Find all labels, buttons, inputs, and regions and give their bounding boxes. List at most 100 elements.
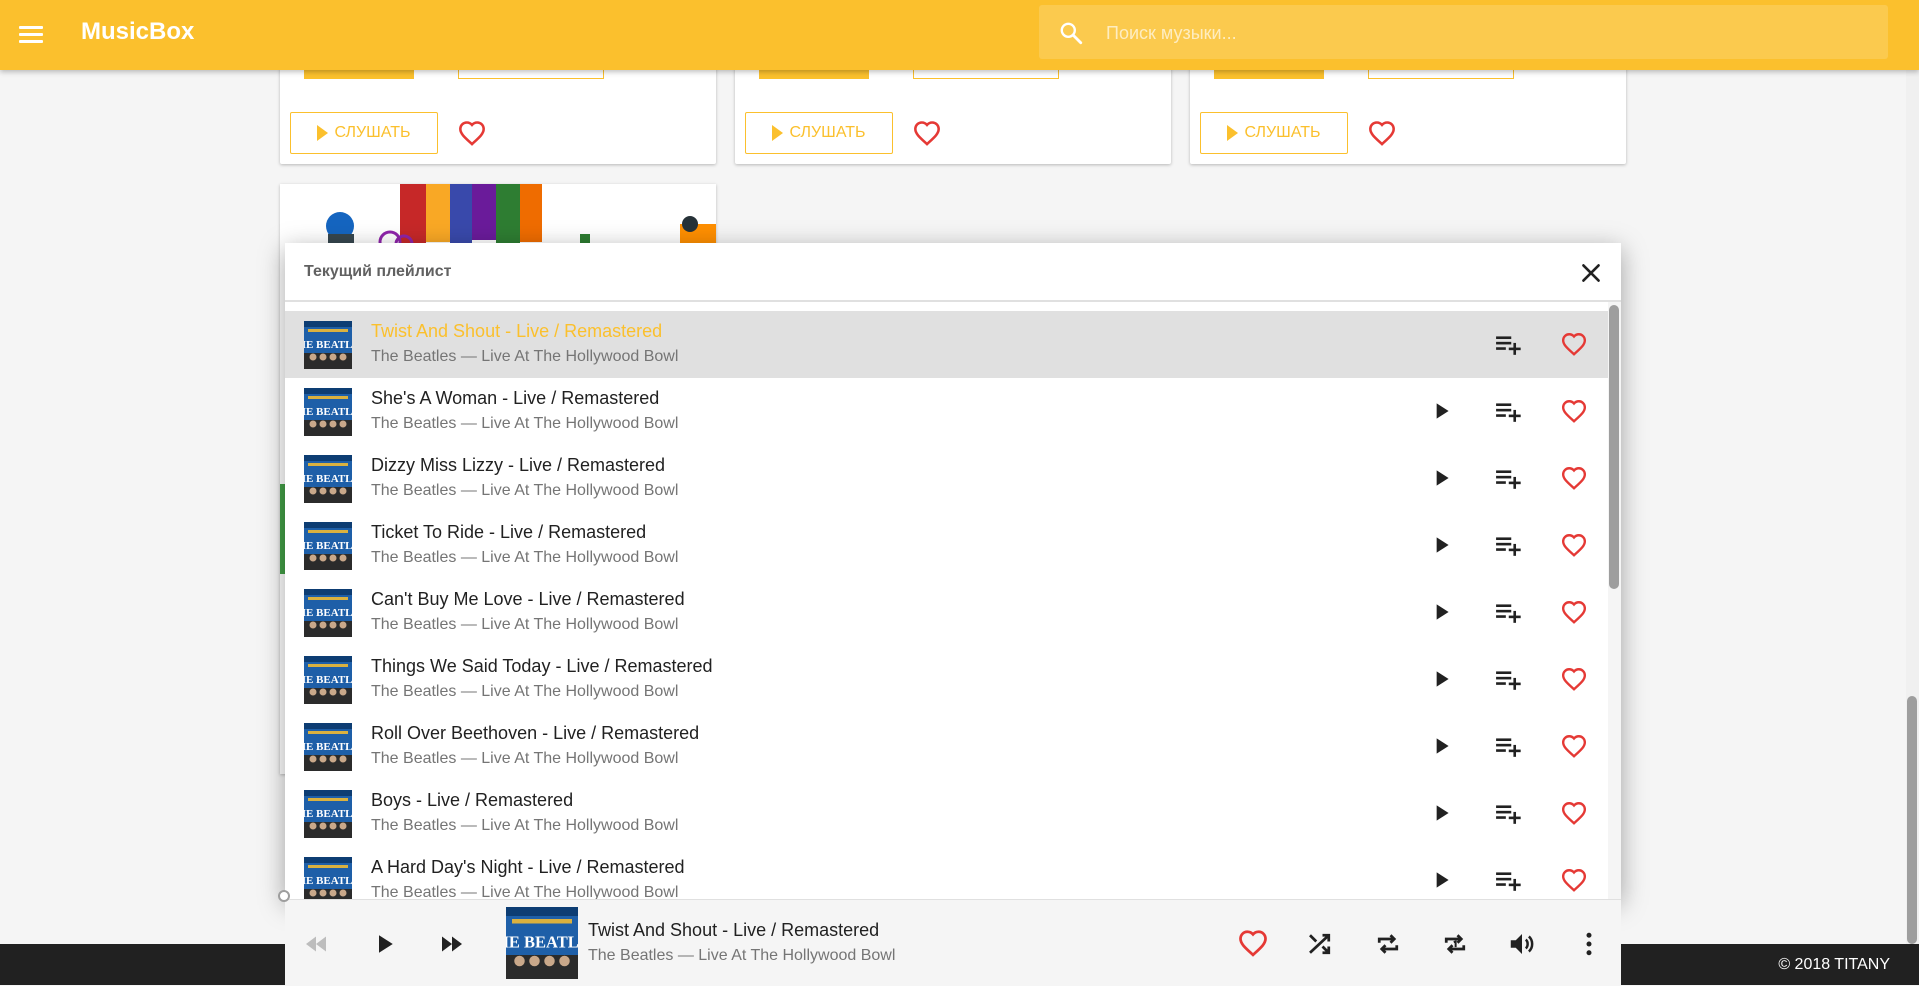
- app-title: MusicBox: [81, 18, 195, 45]
- track-title: Roll Over Beethoven - Live / Remastered: [371, 723, 700, 743]
- playlist-add-icon[interactable]: [1493, 733, 1523, 764]
- heart-outline-icon[interactable]: [1561, 466, 1587, 495]
- album-cover-art: THE BEATLES: [304, 656, 352, 704]
- album-cover-art: THE BEATLES: [304, 790, 352, 838]
- playlist-add-icon[interactable]: [1493, 398, 1523, 429]
- svg-text:THE BEATLES: THE BEATLES: [304, 406, 352, 418]
- track-row[interactable]: THE BEATLES Roll Over Beethoven - Live / …: [285, 713, 1609, 780]
- playlist-add-icon[interactable]: [1493, 867, 1523, 898]
- track-title: Twist And Shout - Live / Remastered: [371, 321, 663, 341]
- album-cover-art: THE BEATLES: [506, 907, 578, 979]
- listen-button[interactable]: СЛУШАТЬ: [745, 112, 893, 154]
- play-icon[interactable]: [1428, 465, 1454, 496]
- search-input[interactable]: [1104, 5, 1868, 61]
- close-icon[interactable]: [1578, 260, 1604, 286]
- track-subtitle: The Beatles — Live At The Hollywood Bowl: [371, 482, 679, 499]
- heart-outline-icon[interactable]: [458, 120, 486, 146]
- play-icon[interactable]: [369, 929, 399, 959]
- volume-icon[interactable]: [1507, 929, 1537, 959]
- track-thumbnail: THE BEATLES: [304, 455, 352, 503]
- play-icon[interactable]: [1428, 599, 1454, 630]
- track-thumbnail: THE BEATLES: [304, 656, 352, 704]
- album-cover-art: THE BEATLES: [304, 857, 352, 899]
- listen-button[interactable]: СЛУШАТЬ: [290, 112, 438, 154]
- skip-previous-icon[interactable]: [301, 929, 331, 959]
- track-subtitle: The Beatles — Live At The Hollywood Bowl: [371, 750, 679, 767]
- track-subtitle: The Beatles — Live At The Hollywood Bowl: [371, 616, 679, 633]
- track-row[interactable]: THE BEATLES Things We Said Today - Live /…: [285, 646, 1609, 713]
- track-title: Things We Said Today - Live / Remastered: [371, 656, 713, 676]
- heart-outline-icon[interactable]: [913, 120, 941, 146]
- play-icon[interactable]: [1428, 733, 1454, 764]
- track-title: She's A Woman - Live / Remastered: [371, 388, 660, 408]
- heart-outline-icon[interactable]: [1561, 801, 1587, 830]
- track-row[interactable]: THE BEATLES She's A Woman - Live / Remast…: [285, 378, 1609, 445]
- listen-label: СЛУШАТЬ: [789, 124, 866, 141]
- track-title: Dizzy Miss Lizzy - Live / Remastered: [371, 455, 666, 475]
- repeat-one-icon[interactable]: [1440, 929, 1470, 959]
- heart-outline-icon[interactable]: [1561, 734, 1587, 763]
- track-subtitle: The Beatles — Live At The Hollywood Bowl: [371, 415, 679, 432]
- svg-text:THE BEATLES: THE BEATLES: [304, 808, 352, 820]
- listen-button[interactable]: СЛУШАТЬ: [1200, 112, 1348, 154]
- progress-handle[interactable]: [278, 890, 290, 902]
- track-title: Can't Buy Me Love - Live / Remastered: [371, 589, 685, 609]
- svg-text:THE BEATLES: THE BEATLES: [304, 607, 352, 619]
- search-icon: [1060, 22, 1083, 45]
- track-subtitle: The Beatles — Live At The Hollywood Bowl: [371, 683, 679, 700]
- track-subtitle: The Beatles — Live At The Hollywood Bowl: [371, 549, 679, 566]
- skip-next-icon[interactable]: [437, 929, 467, 959]
- album-cover-art: THE BEATLES: [304, 455, 352, 503]
- track-row[interactable]: THE BEATLES A Hard Day's Night - Live / R…: [285, 847, 1609, 899]
- heart-outline-icon[interactable]: [1368, 120, 1396, 146]
- playlist-add-icon[interactable]: [1493, 532, 1523, 563]
- menu-icon[interactable]: [14, 20, 48, 50]
- heart-outline-icon[interactable]: [1561, 533, 1587, 562]
- play-icon[interactable]: [1428, 398, 1454, 429]
- heart-outline-icon[interactable]: [1238, 929, 1268, 957]
- track-row[interactable]: THE BEATLES Ticket To Ride - Live / Remas…: [285, 512, 1609, 579]
- shuffle-icon[interactable]: [1305, 929, 1335, 959]
- track-title: A Hard Day's Night - Live / Remastered: [371, 857, 685, 877]
- heart-outline-icon[interactable]: [1561, 332, 1587, 361]
- track-thumbnail: THE BEATLES: [304, 321, 352, 369]
- top-app-bar: MusicBox: [0, 0, 1919, 70]
- heart-outline-icon[interactable]: [1561, 600, 1587, 629]
- heart-outline-icon[interactable]: [1561, 868, 1587, 897]
- repeat-icon[interactable]: [1373, 929, 1403, 959]
- track-subtitle: The Beatles — Live At The Hollywood Bowl: [371, 817, 679, 834]
- listen-label: СЛУШАТЬ: [334, 124, 411, 141]
- playlist-add-icon[interactable]: [1493, 331, 1523, 362]
- playlist-add-icon[interactable]: [1493, 599, 1523, 630]
- play-icon[interactable]: [1428, 800, 1454, 831]
- album-cover-art: THE BEATLES: [304, 321, 352, 369]
- playlist-add-icon[interactable]: [1493, 465, 1523, 496]
- more-vert-icon[interactable]: [1574, 929, 1604, 959]
- svg-text:THE BEATLES: THE BEATLES: [304, 540, 352, 552]
- track-row[interactable]: THE BEATLES Twist And Shout - Live / Rema…: [285, 311, 1609, 378]
- play-icon[interactable]: [1428, 532, 1454, 563]
- track-thumbnail: THE BEATLES: [304, 790, 352, 838]
- track-row[interactable]: THE BEATLES Boys - Live / Remastered The B…: [285, 780, 1609, 847]
- svg-text:THE BEATLES: THE BEATLES: [506, 933, 578, 952]
- panel-scrollbar-thumb[interactable]: [1609, 305, 1619, 589]
- track-thumbnail: THE BEATLES: [304, 522, 352, 570]
- listen-label: СЛУШАТЬ: [1244, 124, 1321, 141]
- play-icon[interactable]: [1428, 867, 1454, 898]
- track-title: Boys - Live / Remastered: [371, 790, 574, 810]
- svg-text:THE BEATLES: THE BEATLES: [304, 741, 352, 753]
- heart-outline-icon[interactable]: [1561, 399, 1587, 428]
- track-row[interactable]: THE BEATLES Dizzy Miss Lizzy - Live / Rem…: [285, 445, 1609, 512]
- player-bar: THE BEATLES Twist And Shout - Live / Rem…: [285, 899, 1621, 986]
- panel-title: Текущий плейлист: [304, 263, 452, 280]
- page-scrollbar-thumb[interactable]: [1907, 696, 1917, 944]
- play-icon: [1227, 125, 1239, 141]
- copyright: © 2018 TITANY: [1778, 956, 1890, 973]
- track-thumbnail: THE BEATLES: [304, 589, 352, 637]
- playlist-add-icon[interactable]: [1493, 800, 1523, 831]
- heart-outline-icon[interactable]: [1561, 667, 1587, 696]
- track-row[interactable]: THE BEATLES Can't Buy Me Love - Live / Re…: [285, 579, 1609, 646]
- play-icon[interactable]: [1428, 666, 1454, 697]
- playlist-add-icon[interactable]: [1493, 666, 1523, 697]
- now-playing-subtitle: The Beatles — Live At The Hollywood Bowl: [588, 947, 896, 964]
